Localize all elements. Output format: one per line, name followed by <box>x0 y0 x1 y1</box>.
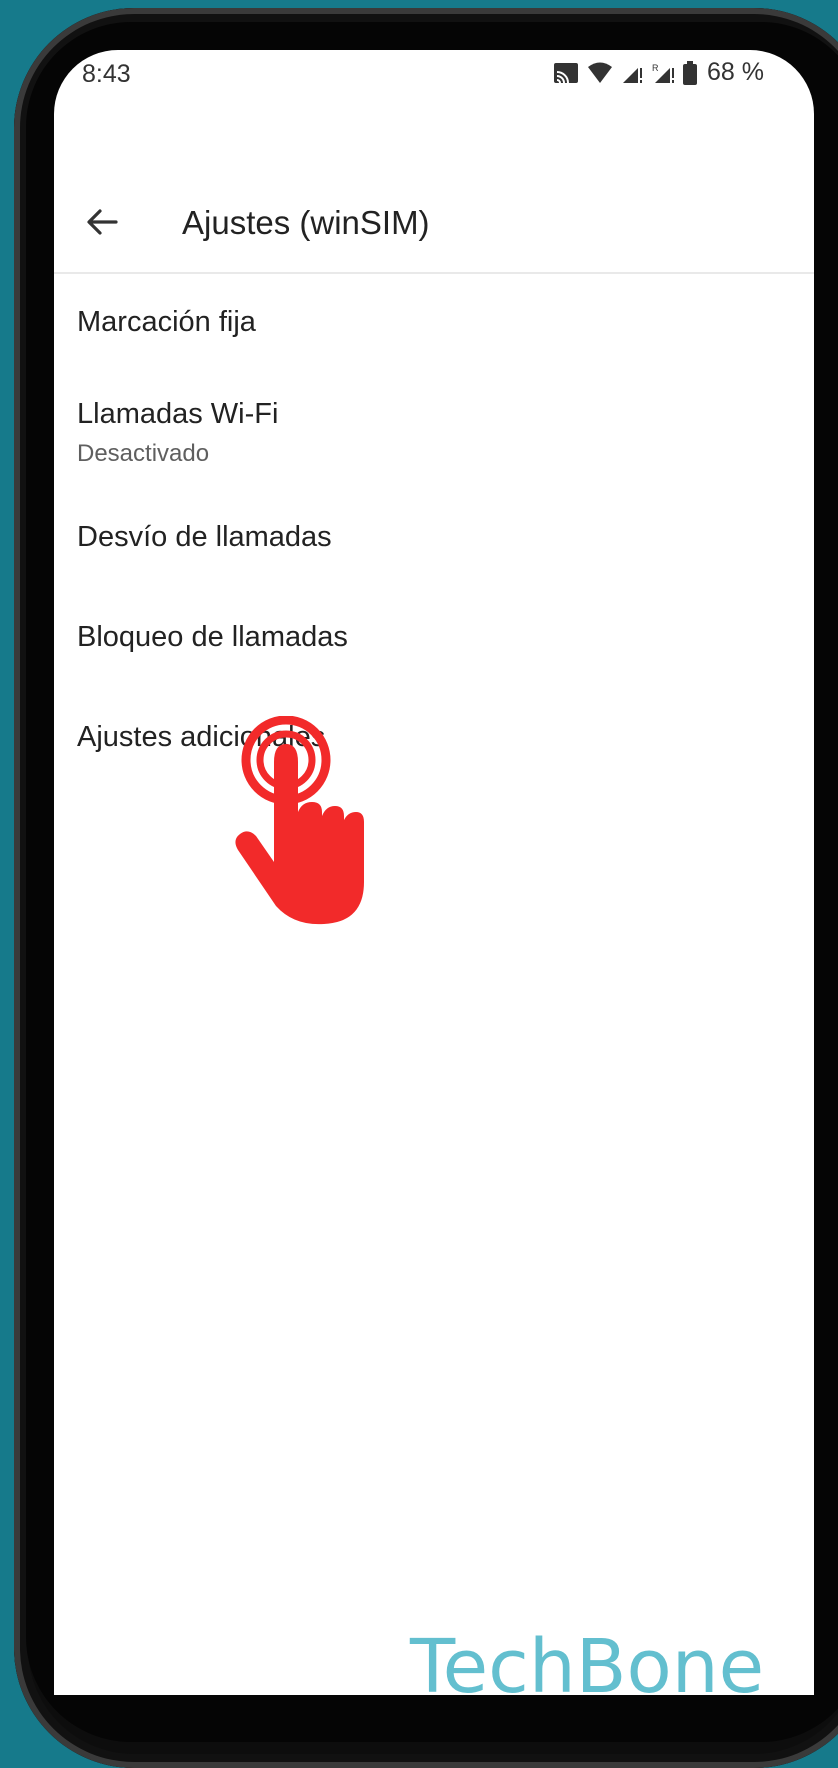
cast-icon <box>554 62 579 83</box>
techbone-watermark: TechBone <box>410 1624 765 1710</box>
settings-item-wifi-calling[interactable]: Llamadas Wi-Fi Desactivado <box>54 364 814 488</box>
status-bar: 8:43 R 68 % <box>54 50 814 110</box>
signal-icon <box>623 67 643 83</box>
settings-item-title: Llamadas Wi-Fi <box>77 398 279 430</box>
settings-item-title: Marcación fija <box>77 306 256 338</box>
signal-roaming-icon: R <box>652 63 675 83</box>
tap-hand-icon <box>235 716 364 925</box>
settings-item-call-forwarding[interactable]: Desvío de llamadas <box>54 488 814 588</box>
settings-item-fixed-dialing[interactable]: Marcación fija <box>54 274 814 364</box>
settings-item-call-blocking[interactable]: Bloqueo de llamadas <box>54 588 814 688</box>
settings-item-additional-settings[interactable]: Ajustes adicionales <box>54 688 814 788</box>
settings-item-title: Bloqueo de llamadas <box>77 621 348 653</box>
back-button[interactable] <box>82 202 122 242</box>
battery-icon <box>683 60 698 85</box>
svg-text:R: R <box>652 63 659 73</box>
settings-item-subtitle: Desactivado <box>77 440 210 467</box>
phone-screen: 8:43 R 68 % Ajustes (winSIM) Marcación f… <box>54 50 814 1695</box>
app-bar: Ajustes (winSIM) <box>54 110 814 274</box>
battery-percent: 68 % <box>707 58 764 86</box>
arrow-back-icon <box>87 209 118 235</box>
status-icons: R 68 % <box>553 58 764 87</box>
page-title: Ajustes (winSIM) <box>182 204 430 241</box>
settings-item-title: Desvío de llamadas <box>77 521 332 553</box>
wifi-icon <box>588 62 613 83</box>
status-time: 8:43 <box>82 60 131 88</box>
